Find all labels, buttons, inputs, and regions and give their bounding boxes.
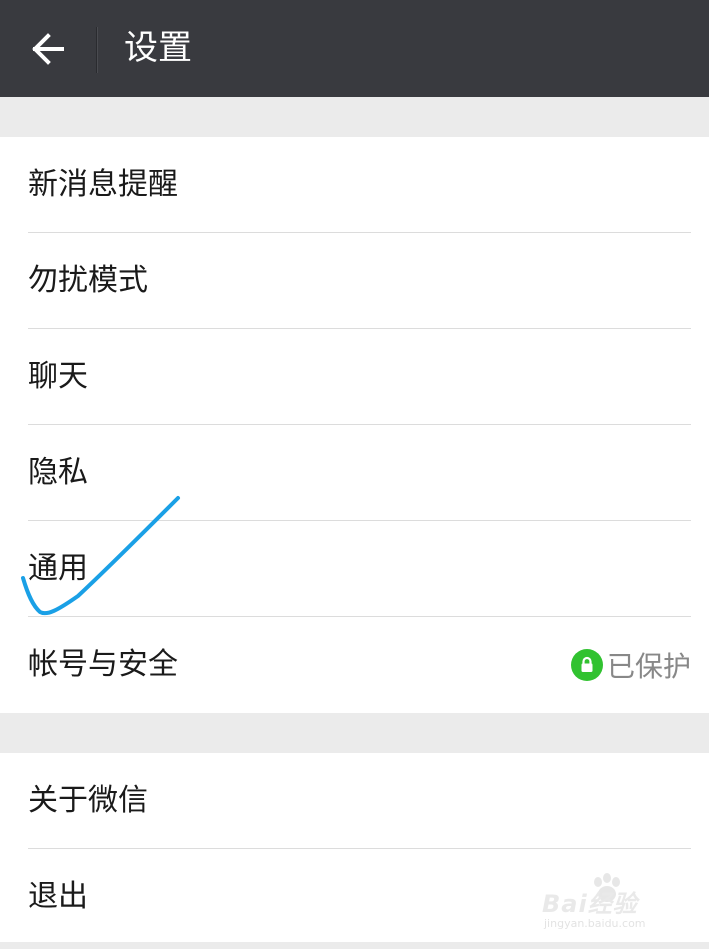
settings-item-logout[interactable]: 退出 [0, 849, 709, 945]
header-divider [96, 27, 97, 73]
settings-item-do-not-disturb[interactable]: 勿扰模式 [0, 233, 709, 329]
settings-item-label: 关于微信 [28, 783, 148, 818]
settings-item-general[interactable]: 通用 [0, 521, 709, 617]
settings-item-label: 隐私 [28, 455, 88, 490]
status-text: 已保护 [606, 650, 691, 683]
settings-item-about[interactable]: 关于微信 [0, 753, 709, 849]
settings-item-notifications[interactable]: 新消息提醒 [0, 137, 709, 233]
settings-item-account-security[interactable]: 帐号与安全 已保护 [0, 617, 709, 713]
back-button[interactable] [18, 24, 78, 74]
protection-status: 已保护 [570, 617, 691, 713]
lock-icon [570, 649, 603, 681]
settings-item-label: 聊天 [28, 359, 88, 394]
settings-item-label: 帐号与安全 [28, 647, 178, 682]
settings-item-label: 勿扰模式 [28, 263, 148, 298]
arrow-left-icon [32, 33, 64, 65]
title-bar: 设置 [0, 0, 709, 97]
settings-item-label: 新消息提醒 [28, 167, 178, 202]
settings-item-chat[interactable]: 聊天 [0, 329, 709, 425]
settings-item-label: 通用 [28, 551, 88, 586]
page-title: 设置 [124, 28, 192, 68]
settings-item-privacy[interactable]: 隐私 [0, 425, 709, 521]
settings-group: 新消息提醒 勿扰模式 聊天 隐私 通用 帐号与安全 已保护 [0, 137, 709, 713]
bottom-group: 关于微信 退出 [0, 753, 709, 942]
settings-item-label: 退出 [28, 879, 88, 914]
